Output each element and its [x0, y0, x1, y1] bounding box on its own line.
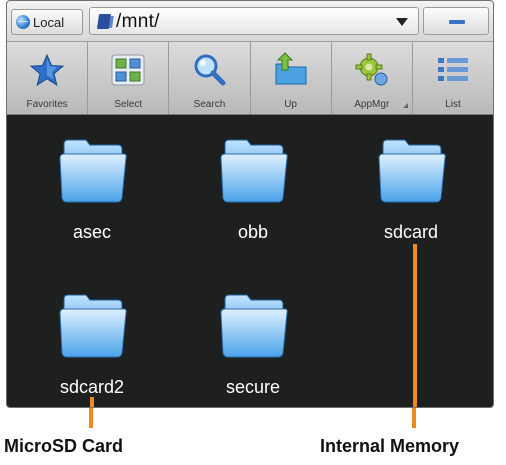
internal-memory-pointer [413, 244, 417, 407]
folder-icon [59, 139, 127, 203]
chevron-down-icon[interactable] [396, 18, 408, 26]
up-folder-icon [275, 52, 307, 85]
favorites-button[interactable]: Favorites [7, 42, 89, 114]
folder-obb[interactable]: obb [203, 136, 303, 256]
local-button[interactable]: Local [11, 9, 83, 35]
microsd-pointer [90, 397, 94, 407]
search-label: Search [193, 99, 226, 110]
minus-icon [449, 20, 465, 24]
folder-secure[interactable]: secure [203, 291, 303, 407]
path-text: /mnt/ [116, 11, 160, 32]
sd-card-icon [96, 14, 112, 29]
folder-name: obb [237, 222, 269, 242]
up-button[interactable]: Up [251, 42, 332, 114]
select-button[interactable]: Select [88, 42, 170, 114]
internal-memory-caption: Internal Memory [320, 436, 460, 456]
list-icon [437, 58, 468, 81]
submenu-indicator-icon [402, 103, 408, 108]
folder-name: sdcard2 [59, 377, 125, 397]
file-manager-screen: Local /mnt/ Favorites Select Search Up A… [6, 0, 494, 408]
star-icon [29, 53, 65, 87]
folder-icon [59, 294, 127, 358]
microsd-card-caption: MicroSD Card [4, 436, 124, 456]
folder-name: asec [72, 222, 112, 242]
up-label: Up [284, 99, 297, 110]
search-icon [194, 54, 226, 86]
toolbar: Favorites Select Search Up AppMgr List [7, 42, 493, 115]
list-label: List [445, 99, 461, 110]
appmgr-button[interactable]: AppMgr [332, 42, 413, 114]
gear-icon [355, 53, 388, 86]
folder-icon [220, 294, 288, 358]
search-button[interactable]: Search [169, 42, 251, 114]
internal-memory-pointer-extension [412, 408, 416, 428]
folder-asec[interactable]: asec [42, 136, 142, 256]
address-bar: Local /mnt/ [7, 1, 493, 42]
appmgr-label: AppMgr [354, 99, 390, 110]
path-dropdown[interactable]: /mnt/ [89, 7, 419, 35]
folder-icon [220, 139, 288, 203]
favorites-label: Favorites [26, 99, 68, 110]
folder-name: sdcard [383, 222, 439, 242]
local-label: Local [33, 14, 65, 30]
select-icon [111, 54, 145, 86]
globe-icon [16, 15, 30, 29]
folder-sdcard2[interactable]: sdcard2 [42, 291, 142, 407]
folder-sdcard[interactable]: sdcard [361, 136, 461, 256]
select-label: Select [114, 99, 143, 110]
folder-name: secure [225, 377, 281, 397]
microsd-pointer-extension [89, 408, 93, 428]
folder-icon [378, 139, 446, 203]
collapse-button[interactable] [423, 7, 489, 35]
list-button[interactable]: List [413, 42, 493, 114]
